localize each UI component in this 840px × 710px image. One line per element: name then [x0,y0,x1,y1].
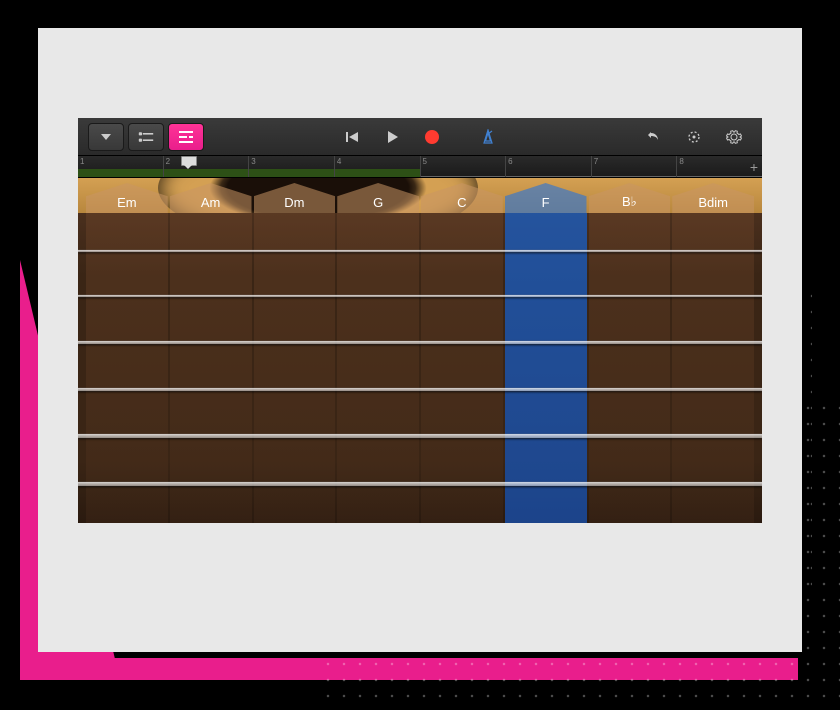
chord-column[interactable] [337,213,419,523]
rewind-icon [344,129,360,145]
chord-tab-bdim[interactable]: Bdim [672,183,754,213]
chord-tab-am[interactable]: Am [170,183,252,213]
record-button[interactable] [414,123,450,151]
chord-view-button[interactable] [168,123,204,151]
chord-tab-c[interactable]: C [421,183,503,213]
record-icon [425,130,439,144]
app-screen: 12345678 + EmAmDmGCFB♭Bdim [78,118,762,523]
guitar-body-top: EmAmDmGCFB♭Bdim [78,178,762,213]
chord-tab-dm[interactable]: Dm [254,183,336,213]
chord-column[interactable] [254,213,336,523]
undo-button[interactable] [636,123,672,151]
tracks-icon [138,129,154,145]
ruler-bar[interactable]: 5 [420,156,506,177]
playhead[interactable] [181,156,195,168]
metronome-button[interactable] [470,123,506,151]
my-songs-button[interactable] [88,123,124,151]
chord-column[interactable] [589,213,671,523]
chord-tabs-row: EmAmDmGCFB♭Bdim [86,183,754,213]
chord-tab-f[interactable]: F [505,183,587,213]
chord-column[interactable] [505,213,587,523]
tracks-view-button[interactable] [128,123,164,151]
chord-tab-g[interactable]: G [337,183,419,213]
undo-icon [646,129,662,145]
chord-column[interactable] [672,213,754,523]
chord-column[interactable] [421,213,503,523]
chord-tab-bflat[interactable]: B♭ [589,183,671,213]
ruler-bar[interactable]: 2 [163,156,249,177]
ruler-bar[interactable]: 3 [248,156,334,177]
play-button[interactable] [374,123,410,151]
ruler-bar[interactable]: 1 [78,156,163,177]
fretboard [78,213,762,523]
chord-columns [86,213,754,523]
master-effects-button[interactable] [676,123,712,151]
timeline-ruler[interactable]: 12345678 + [78,156,762,178]
ruler-bar[interactable]: 6 [505,156,591,177]
presentation-card: 12345678 + EmAmDmGCFB♭Bdim [38,28,802,652]
chord-column[interactable] [86,213,168,523]
ruler-bar[interactable]: 4 [334,156,420,177]
chord-strips-icon [178,129,194,145]
rewind-button[interactable] [334,123,370,151]
main-toolbar [78,118,762,156]
chord-column[interactable] [170,213,252,523]
chord-tab-em[interactable]: Em [86,183,168,213]
play-icon [384,129,400,145]
add-section-button[interactable]: + [750,159,758,175]
triangle-down-icon [98,129,114,145]
dial-icon [686,129,702,145]
gear-icon [726,129,742,145]
ruler-bar[interactable]: 7 [591,156,677,177]
settings-button[interactable] [716,123,752,151]
metronome-icon [480,129,496,145]
